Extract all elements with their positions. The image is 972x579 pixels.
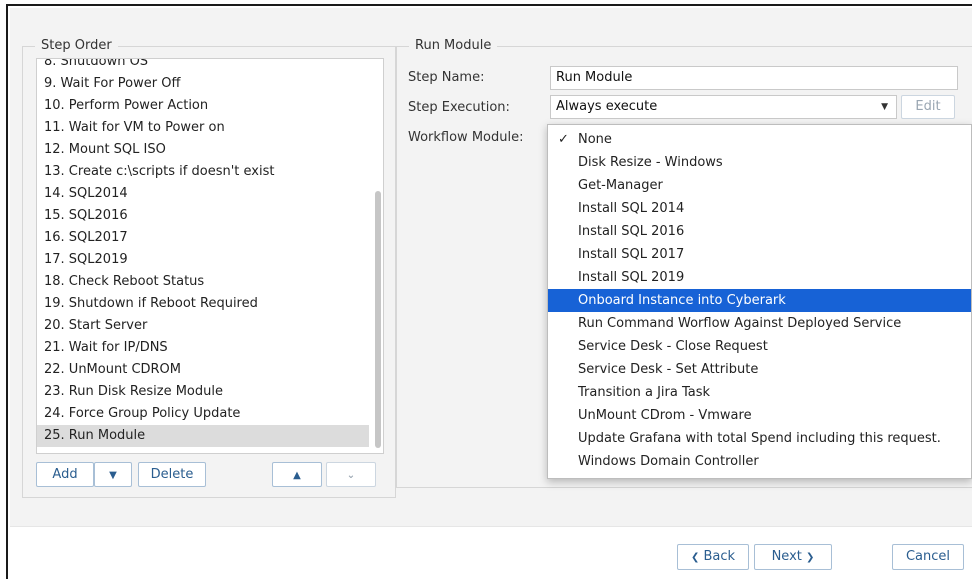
step-list-item[interactable]: 20. Start Server [37,315,369,337]
step-list-item[interactable]: 22. UnMount CDROM [37,359,369,381]
back-button[interactable]: ❮ Back [677,544,749,570]
chevron-up-icon: ▲ [293,470,301,481]
chevron-down-icon: ▼ [109,470,117,481]
chevron-right-icon: ❯ [806,552,815,563]
dropdown-option-label: None [578,132,612,147]
add-menu-button[interactable]: ▼ [94,462,132,487]
dropdown-option-label: Install SQL 2014 [578,201,685,216]
step-execution-value: Always execute [556,99,658,114]
dropdown-option[interactable]: UnMount CDrom - Vmware [548,404,971,427]
step-name-field[interactable]: Run Module [550,66,958,90]
caret-down-icon: ▼ [881,102,888,112]
dropdown-option-label: Install SQL 2019 [578,270,685,285]
dropdown-option[interactable]: Update Grafana with total Spend includin… [548,427,971,450]
dropdown-option[interactable]: Install SQL 2019 [548,266,971,289]
chevron-left-icon: ❮ [690,552,700,563]
dropdown-option[interactable]: Get-Manager [548,174,971,197]
step-list[interactable]: 8. Shutdown OS 9. Wait For Power Off 10. P… [36,58,384,454]
delete-button[interactable]: Delete [138,462,206,487]
workflow-module-label: Workflow Module: [408,130,524,145]
step-list-item[interactable]: 21. Wait for IP/DNS [37,337,369,359]
run-module-legend: Run Module [409,38,498,53]
next-label: Next [771,549,802,564]
step-list-scrollbar[interactable] [375,191,381,448]
dropdown-option[interactable]: ✓ None [548,128,971,151]
dropdown-option[interactable]: Install SQL 2016 [548,220,971,243]
step-list-item[interactable]: 12. Mount SQL ISO [37,139,369,161]
dropdown-option[interactable]: Service Desk - Close Request [548,335,971,358]
footer-divider [10,526,972,527]
dropdown-option-label: Windows Domain Controller [578,454,759,469]
move-up-button[interactable]: ▲ [272,462,322,487]
step-list-item[interactable]: 8. Shutdown OS [37,59,369,73]
step-list-item[interactable]: 16. SQL2017 [37,227,369,249]
dropdown-option[interactable]: Disk Resize - Windows [548,151,971,174]
step-list-item[interactable]: 24. Force Group Policy Update [37,403,369,425]
step-list-item[interactable]: 17. SQL2019 [37,249,369,271]
dropdown-option-label: Transition a Jira Task [578,385,711,400]
dropdown-option-label: Run Command Worflow Against Deployed Ser… [578,316,902,331]
dropdown-option-label: Get-Manager [578,178,663,193]
top-strip [10,8,972,26]
step-list-item[interactable]: 18. Check Reboot Status [37,271,369,293]
checkmark-icon: ✓ [558,132,569,147]
next-button[interactable]: Next ❯ [754,544,832,570]
dropdown-option-label: Update Grafana with total Spend includin… [578,431,941,446]
dropdown-option[interactable]: Windows Domain Controller [548,450,971,473]
move-down-button[interactable]: ⌄ [326,462,376,487]
step-name-label: Step Name: [408,70,485,85]
dropdown-option-label: Service Desk - Set Attribute [578,362,759,377]
back-label: Back [703,549,736,564]
dropdown-option-label: Service Desk - Close Request [578,339,768,354]
dropdown-option[interactable]: Transition a Jira Task [548,381,971,404]
dropdown-option[interactable]: Run Command Worflow Against Deployed Ser… [548,312,971,335]
dropdown-option[interactable]: Install SQL 2017 [548,243,971,266]
step-list-items: 8. Shutdown OS 9. Wait For Power Off 10. P… [37,59,369,447]
dropdown-option-label: Onboard Instance into Cyberark [578,293,786,308]
step-list-item[interactable]: 14. SQL2014 [37,183,369,205]
dropdown-option[interactable]: Onboard Instance into Cyberark [548,289,971,312]
step-execution-select[interactable]: Always execute ▼ [550,95,897,119]
dropdown-option[interactable]: Service Desk - Set Attribute [548,358,971,381]
step-list-item[interactable]: 15. SQL2016 [37,205,369,227]
workflow-module-options: ✓ None Disk Resize - Windows Get-Manager Ins… [548,125,971,473]
step-list-item[interactable]: 10. Perform Power Action [37,95,369,117]
step-list-item[interactable]: 19. Shutdown if Reboot Required [37,293,369,315]
workflow-module-dropdown[interactable]: ✓ None Disk Resize - Windows Get-Manager Ins… [547,124,972,479]
dropdown-option-label: Install SQL 2016 [578,224,685,239]
step-list-item[interactable]: 9. Wait For Power Off [37,73,369,95]
dropdown-option-label: Disk Resize - Windows [578,155,723,170]
chevron-down-icon: ⌄ [346,470,356,481]
dropdown-option-label: UnMount CDrom - Vmware [578,408,752,423]
cancel-button[interactable]: Cancel [892,544,964,570]
dropdown-option-label: Install SQL 2017 [578,247,685,262]
dropdown-option[interactable]: Install SQL 2014 [548,197,971,220]
step-list-item[interactable]: 23. Run Disk Resize Module [37,381,369,403]
step-list-item[interactable]: 25. Run Module [37,425,369,447]
step-execution-label: Step Execution: [408,100,510,115]
add-button[interactable]: Add [36,462,94,487]
step-order-legend: Step Order [35,38,118,53]
step-list-item[interactable]: 11. Wait for VM to Power on [37,117,369,139]
step-list-item[interactable]: 13. Create c:\scripts if doesn't exist [37,161,369,183]
edit-button[interactable]: Edit [901,95,955,119]
